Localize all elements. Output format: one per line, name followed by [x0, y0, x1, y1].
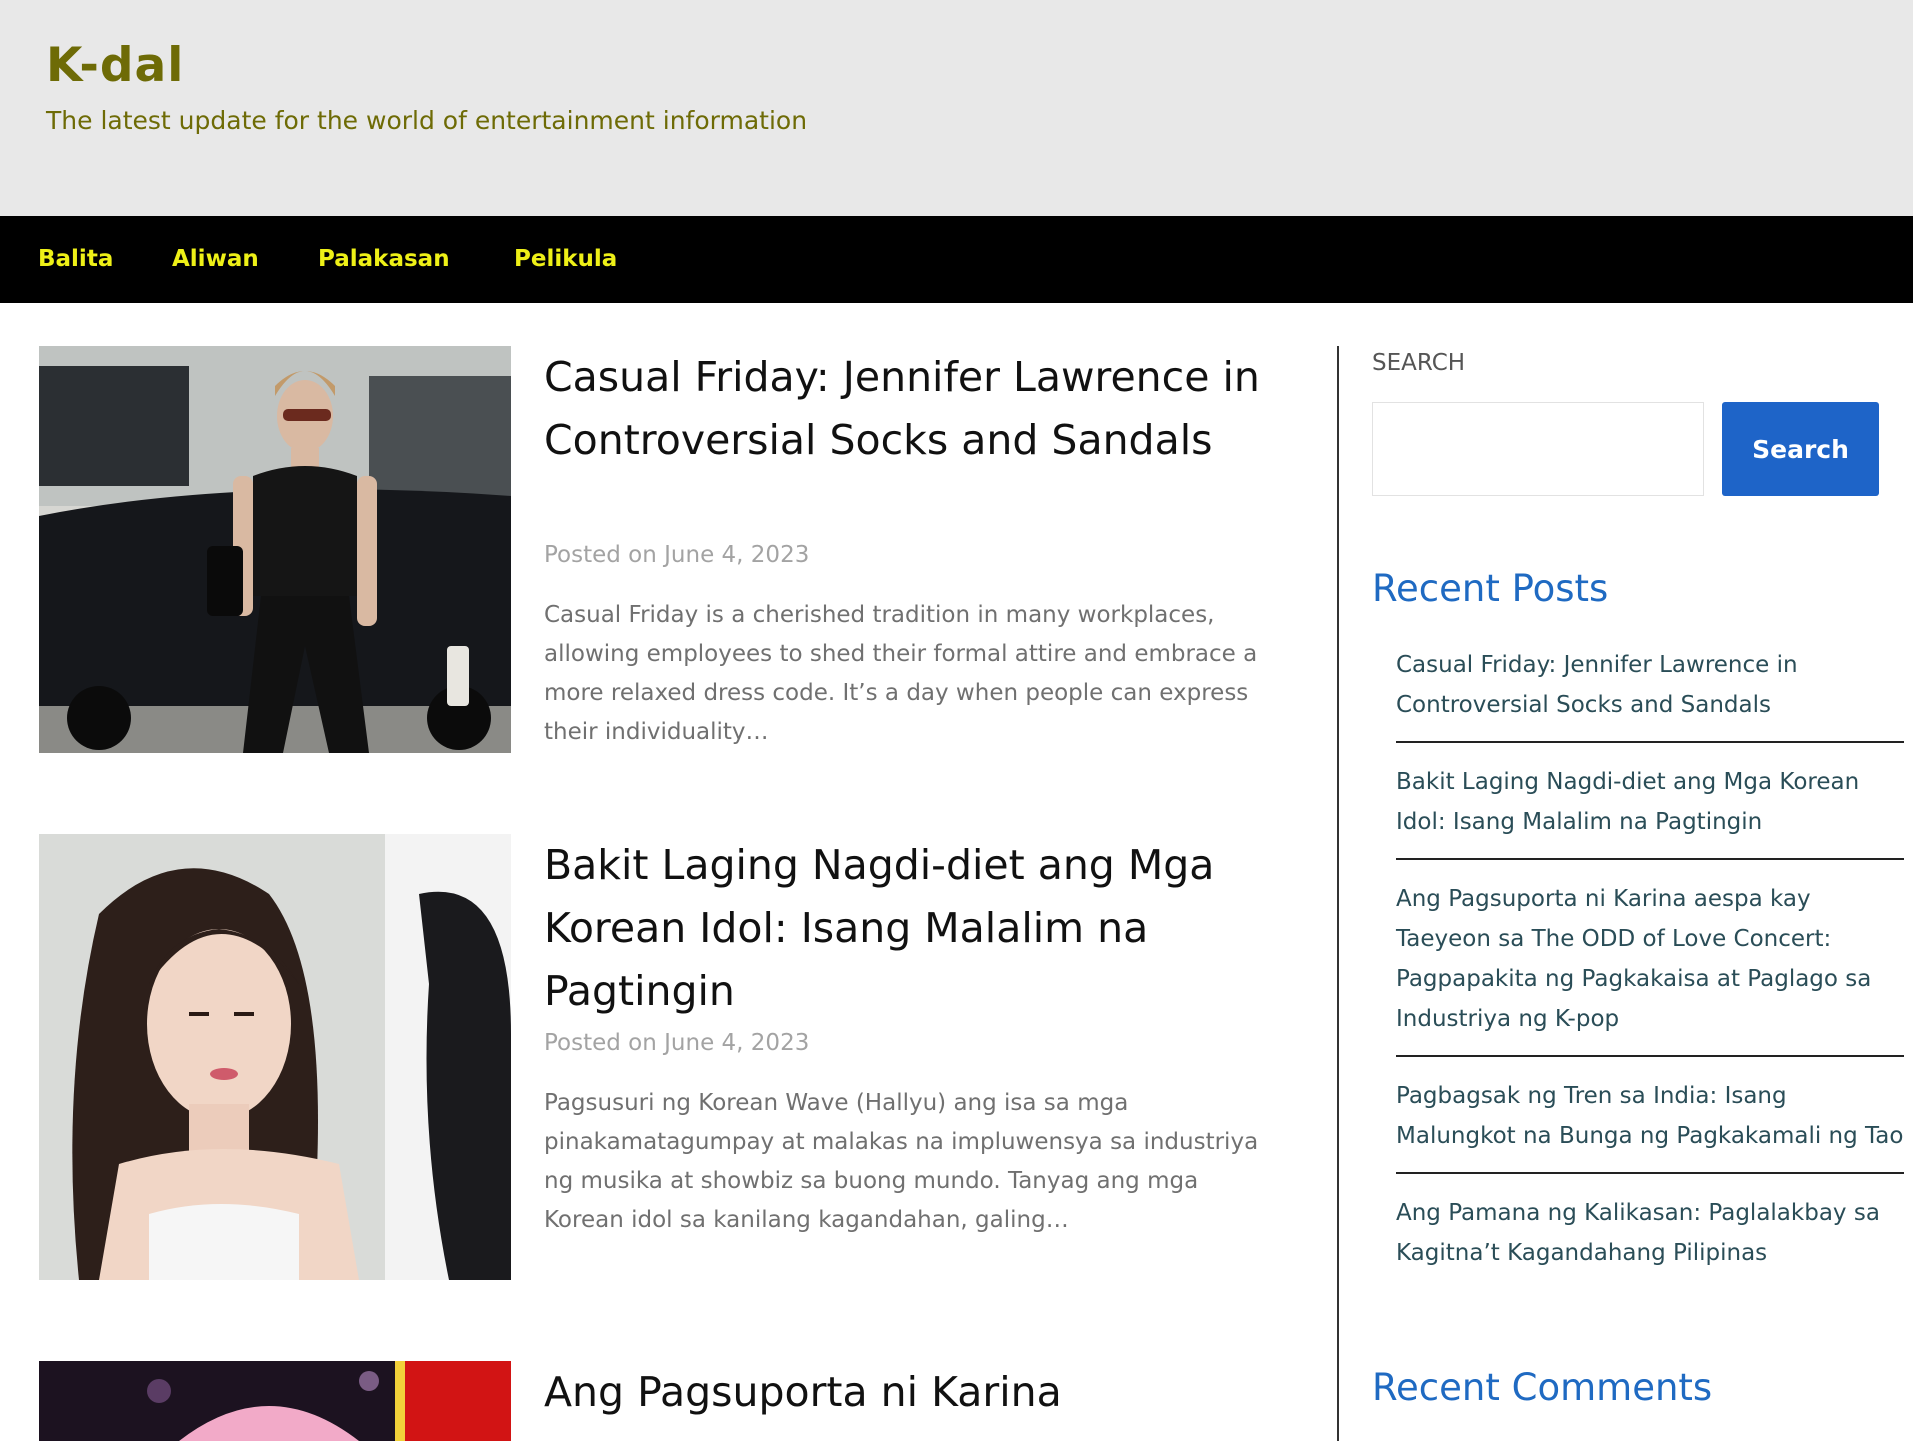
- recent-post-item[interactable]: Casual Friday: Jennifer Lawrence in Cont…: [1396, 640, 1904, 743]
- article-excerpt: Casual Friday is a cherished tradition i…: [544, 602, 1258, 745]
- search-button[interactable]: Search: [1722, 402, 1879, 496]
- article-date[interactable]: Posted on June 4, 2023: [544, 542, 809, 568]
- site-tagline: The latest update for the world of enter…: [46, 106, 808, 135]
- site-header: K-dal The latest update for the world of…: [0, 0, 1913, 216]
- search-input[interactable]: [1372, 402, 1704, 496]
- recent-posts-title: Recent Posts: [1372, 567, 1609, 610]
- recent-posts-list: Casual Friday: Jennifer Lawrence in Cont…: [1396, 640, 1904, 1303]
- recent-comments-title: Recent Comments: [1372, 1366, 1713, 1409]
- article-date[interactable]: Posted on June 4, 2023: [544, 1030, 809, 1056]
- nav-item-balita[interactable]: Balita: [38, 246, 113, 272]
- nav-item-pelikula[interactable]: Pelikula: [514, 246, 617, 272]
- recent-post-item[interactable]: Bakit Laging Nagdi-diet ang Mga Korean I…: [1396, 757, 1904, 860]
- article-card: Ang Pagsuporta ni Karina: [39, 1361, 1229, 1441]
- article-thumbnail[interactable]: [39, 346, 511, 753]
- article-image: [39, 1361, 511, 1441]
- recent-post-item[interactable]: Ang Pagsuporta ni Karina aespa kay Taeye…: [1396, 874, 1904, 1057]
- main-nav: Balita Aliwan Palakasan Pelikula: [0, 216, 1913, 303]
- article-thumbnail[interactable]: [39, 1361, 511, 1441]
- site-title[interactable]: K-dal: [46, 38, 184, 93]
- article-excerpt: Pagsusuri ng Korean Wave (Hallyu) ang is…: [544, 1090, 1259, 1233]
- recent-post-item[interactable]: Ang Pamana ng Kalikasan: Paglalakbay sa …: [1396, 1188, 1904, 1289]
- article-thumbnail[interactable]: [39, 834, 511, 1280]
- article-image: [39, 834, 511, 1280]
- article-card: Casual Friday: Jennifer Lawrence in Cont…: [39, 346, 1260, 756]
- article-title[interactable]: Bakit Laging Nagdi-diet ang Mga Korean I…: [544, 834, 1264, 1023]
- recent-post-item[interactable]: Pagbagsak ng Tren sa India: Isang Malung…: [1396, 1071, 1904, 1174]
- article-image: [39, 346, 511, 753]
- article-title[interactable]: Casual Friday: Jennifer Lawrence in Cont…: [544, 346, 1264, 472]
- sidebar-divider: [1337, 346, 1339, 1441]
- article-card: Bakit Laging Nagdi-diet ang Mga Korean I…: [39, 834, 1258, 1284]
- search-label: SEARCH: [1372, 350, 1466, 376]
- nav-item-aliwan[interactable]: Aliwan: [172, 246, 259, 272]
- nav-item-palakasan[interactable]: Palakasan: [318, 246, 450, 272]
- article-title[interactable]: Ang Pagsuporta ni Karina: [544, 1361, 1264, 1424]
